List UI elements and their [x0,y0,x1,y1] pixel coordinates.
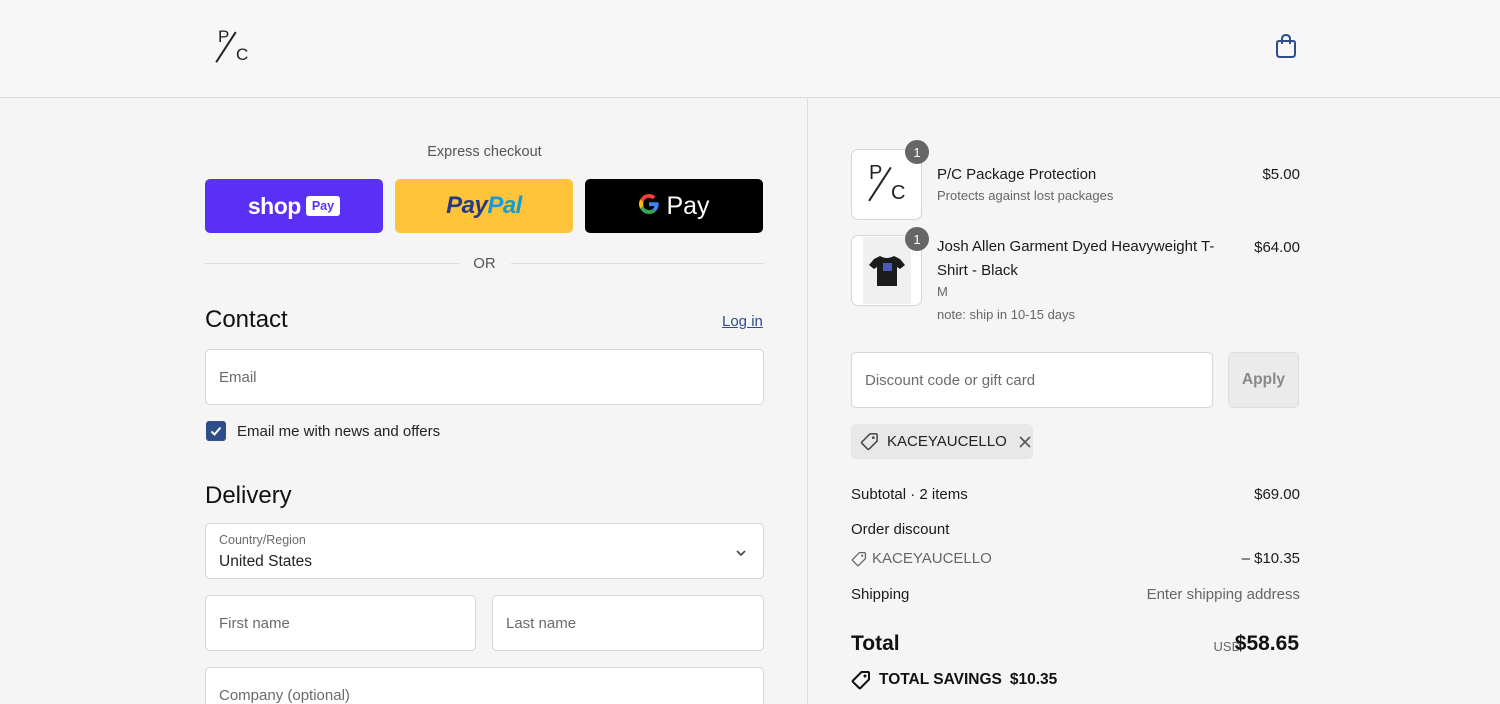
subtotal-label: Subtotal · 2 items [851,486,968,503]
store-logo[interactable]: P C [215,27,252,67]
newsletter-checkbox[interactable] [206,421,226,441]
shop-pay-word: shop [247,192,301,219]
discount-code-label: KACEYAUCELLO [872,550,992,567]
shipping-value: Enter shipping address [1146,586,1300,603]
log-in-link[interactable]: Log in [722,313,763,330]
express-checkout-label: Express checkout [427,144,542,160]
first-name-input[interactable] [206,596,475,650]
country-value: United States [219,553,313,570]
shipping-label: Shipping [851,586,910,603]
delivery-heading: Delivery [205,482,292,509]
total-label: Total [851,632,900,655]
discount-code-input[interactable] [852,353,1212,407]
discount-code-field[interactable] [851,352,1213,408]
order-discount-row: Order discount [851,521,1300,538]
shopping-bag-icon[interactable] [1274,33,1298,59]
paypal-word-2: Pal [487,192,522,219]
chevron-down-icon [735,546,747,558]
last-name-field[interactable] [492,595,764,651]
discount-code-row: KACEYAUCELLO – $10.35 [851,550,1300,571]
pc-logo-thumb: P C [868,162,906,204]
item-name-line-1: Josh Allen Garment Dyed Heavyweight T- [937,238,1215,255]
tag-icon [860,433,878,451]
first-name-field[interactable] [205,595,476,651]
google-pay-button[interactable]: Pay [585,179,763,233]
item-name-line-2: Shirt - Black [937,262,1018,279]
savings-label: TOTAL SAVINGS [879,671,1002,688]
tshirt-icon [869,256,905,286]
applied-code-text: KACEYAUCELLO [887,433,1007,450]
applied-discount-chip: KACEYAUCELLO [851,424,1033,459]
newsletter-label: Email me with news and offers [237,422,441,440]
newsletter-row[interactable]: Email me with news and offers [206,421,440,441]
savings-value: $10.35 [1009,671,1058,688]
logo-c: C [236,45,249,64]
shop-pay-button[interactable]: shop Pay [205,179,383,233]
item-name: P/C Package Protection [937,166,1097,183]
divider-line-right [511,263,764,264]
item-note: note: ship in 10-15 days [937,307,1076,322]
discount-value: – $10.35 [1241,550,1300,567]
subtotal-row: Subtotal · 2 items $69.00 [851,486,1300,503]
paypal-word-1: Pay [446,192,488,219]
country-label: Country/Region [219,533,306,547]
quantity-badge: 1 [905,140,929,164]
checkout-form: Express checkout shop Pay Pay Pal Pay OR … [0,98,807,704]
item-price: $64.00 [1254,239,1300,256]
remove-discount-close-icon[interactable] [1018,435,1032,449]
shipping-row: Shipping Enter shipping address [851,586,1300,603]
company-field[interactable] [205,667,764,704]
or-divider: OR [205,254,764,274]
total-savings-row: TOTAL SAVINGS $10.35 [851,670,1057,690]
total-value: $58.65 [1234,632,1299,655]
contact-heading: Contact [205,306,288,333]
checkmark-icon [210,426,222,436]
shop-pay-chip: Pay [305,196,341,216]
header: P C [0,0,1500,98]
quantity-badge: 1 [905,227,929,251]
last-name-input[interactable] [493,596,763,650]
order-summary: P C 1 P/C Package Protection Protects ag… [807,98,1500,704]
tag-icon [851,551,867,566]
country-select[interactable]: Country/Region United States [205,523,764,579]
subtotal-value: $69.00 [1254,486,1300,503]
savings-tag-icon [851,671,870,690]
paypal-button[interactable]: Pay Pal [395,179,573,233]
company-input[interactable] [206,668,763,704]
email-field[interactable] [205,349,764,405]
google-g-icon [638,193,660,220]
apply-button[interactable]: Apply [1228,352,1299,408]
order-discount-label: Order discount [851,521,950,538]
item-price: $5.00 [1262,166,1300,183]
item-subtitle: Protects against lost packages [937,188,1114,203]
email-input[interactable] [206,350,763,404]
item-variant: M [937,284,948,299]
google-pay-word: Pay [666,191,710,220]
